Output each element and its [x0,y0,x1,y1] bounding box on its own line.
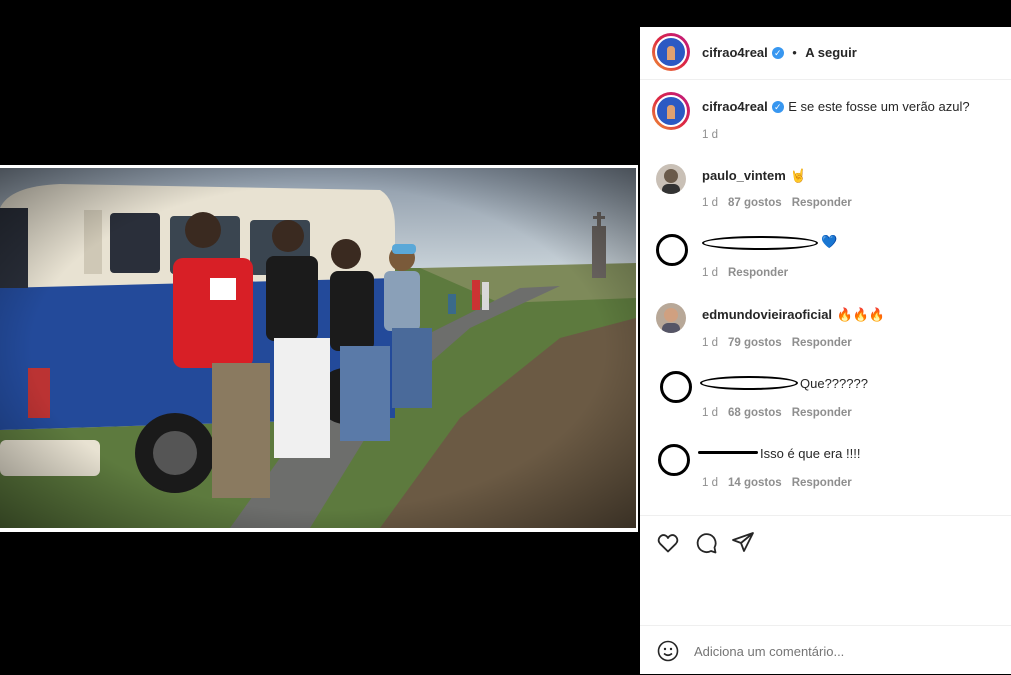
comment-line: edmundovieiraoficial 🔥🔥🔥 [702,306,885,324]
redacted-avatar[interactable] [658,444,690,476]
comment-likes[interactable]: 68 gostos [728,407,782,419]
hand-icon [667,105,675,119]
author-avatar[interactable] [652,33,690,71]
redacted-username [700,376,798,390]
redacted-avatar[interactable] [656,234,688,266]
verified-icon: ✓ [771,46,784,59]
comment-meta: 1 d 87 gostos Responder [702,197,852,209]
comment-meta: 1 d Responder [702,267,788,279]
comment-username[interactable]: edmundovieiraoficial [702,307,832,322]
comment-time: 1 d [702,267,718,279]
comment-line: paulo_vintem 🤘 [702,167,806,185]
comment-likes[interactable]: 14 gostos [728,477,782,489]
comment-text: Que?????? [800,376,868,391]
redacted-username [702,236,818,250]
redacted-username [698,451,758,454]
comment-input[interactable] [692,638,996,664]
caption-username[interactable]: cifrao4real [702,99,768,114]
post-actions [640,515,1011,626]
photo-illustration [0,168,636,528]
comment-time: 1 d [702,337,718,349]
caption-time: 1 d [702,129,718,141]
comment-meta: 1 d 79 gostos Responder [702,337,852,349]
reply-button[interactable]: Responder [792,337,852,349]
comment-likes[interactable]: 79 gostos [728,337,782,349]
caption-meta: 1 d [702,129,728,141]
avatar-image [655,95,687,127]
comment-time: 1 d [702,407,718,419]
verified-icon: ✓ [771,100,784,113]
comment-line: Isso é que era !!!! [760,445,860,463]
comment-text: Isso é que era !!!! [760,446,861,461]
heart-icon[interactable] [656,531,680,555]
comment-line: 💙 [821,233,837,251]
send-icon[interactable] [731,530,755,554]
add-comment-bar [640,625,1011,675]
comment-meta: 1 d 68 gostos Responder [702,407,852,419]
post-photo[interactable] [0,168,636,528]
person-avatar-icon [662,169,680,194]
comment-time: 1 d [702,197,718,209]
comment-text: 🤘 [790,168,807,183]
post-sidebar: cifrao4real ✓ • A seguir cifrao4real ✓ E s… [640,27,1011,674]
comment-text: 💙 [821,234,838,249]
smile-icon[interactable] [656,639,680,663]
comment-avatar[interactable] [656,164,686,194]
person-avatar-icon [662,308,680,333]
reply-button[interactable]: Responder [728,267,788,279]
header-line: cifrao4real ✓ • A seguir [702,44,857,62]
avatar-image [655,36,687,68]
separator-dot: • [792,45,797,60]
reply-button[interactable]: Responder [792,197,852,209]
author-username[interactable]: cifrao4real [702,45,768,60]
reply-button[interactable]: Responder [792,407,852,419]
hand-icon [667,46,675,60]
comment-text: 🔥🔥🔥 [836,307,886,322]
post-header: cifrao4real ✓ • A seguir [640,27,1011,80]
comment-likes[interactable]: 87 gostos [728,197,782,209]
comment-time: 1 d [702,477,718,489]
comment-meta: 1 d 14 gostos Responder [702,477,852,489]
comment-icon[interactable] [694,531,718,555]
caption-avatar[interactable] [652,92,690,130]
reply-button[interactable]: Responder [792,477,852,489]
comment-username[interactable]: paulo_vintem [702,168,786,183]
comment-line: Que?????? [800,375,868,393]
redacted-avatar[interactable] [660,371,692,403]
post-photo-frame [0,165,638,532]
following-button[interactable]: A seguir [805,45,857,60]
comment-avatar[interactable] [656,303,686,333]
caption-line: cifrao4real ✓ E se este fosse um verão az… [702,98,970,116]
caption-text: E se este fosse um verão azul? [788,99,970,114]
